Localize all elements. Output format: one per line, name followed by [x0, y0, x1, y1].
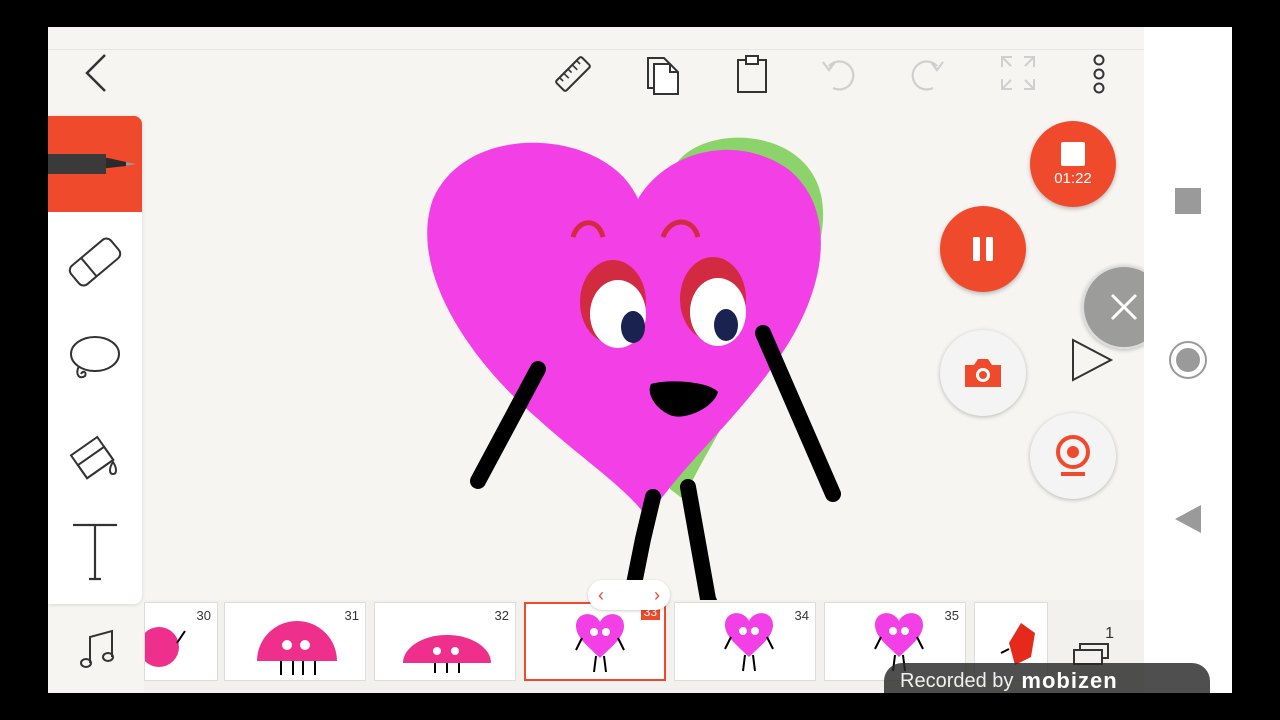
watermark-text: Recorded by [900, 669, 1014, 692]
pen-icon [48, 154, 136, 174]
screenshot-button[interactable] [940, 330, 1026, 416]
webcam-icon [1056, 435, 1090, 476]
undo-icon [822, 60, 855, 91]
frame-thumbnail[interactable]: 32 [374, 602, 516, 681]
square-icon [1175, 188, 1201, 214]
clipboard-icon [737, 55, 767, 93]
chevron-left-icon [85, 54, 106, 92]
eraser-tool[interactable] [48, 214, 142, 310]
close-icon [1110, 293, 1138, 321]
fullscreen-button[interactable] [996, 51, 1040, 95]
paint-bucket-icon [69, 435, 117, 480]
lasso-icon [70, 336, 120, 379]
frame-number: 34 [794, 608, 809, 623]
pen-tool[interactable] [48, 116, 142, 212]
copy-icon [647, 57, 679, 95]
paste-button[interactable] [730, 51, 774, 97]
frame-thumbnail[interactable]: 31 [224, 602, 366, 681]
camera-icon [965, 359, 1001, 387]
watermark-logo: mobizen [1021, 668, 1118, 693]
frame-thumbnail[interactable]: 34 [674, 602, 816, 681]
recording-timer: 01:22 [1054, 169, 1092, 187]
redo-button[interactable] [904, 51, 950, 97]
fill-tool[interactable] [48, 406, 142, 502]
layers-count: 1 [1105, 625, 1114, 642]
heart-character-drawing [427, 137, 841, 619]
back-nav-button[interactable] [1172, 503, 1204, 535]
recents-button[interactable] [1174, 187, 1202, 215]
music-button[interactable] [74, 625, 122, 673]
frame-number: 30 [196, 608, 211, 623]
home-button[interactable] [1168, 340, 1208, 380]
fullscreen-icon [1001, 56, 1035, 90]
chevron-right-icon[interactable]: › [654, 585, 660, 606]
pause-recording-button[interactable] [940, 206, 1026, 292]
stop-recording-button[interactable]: 01:22 [1030, 121, 1116, 207]
text-tool[interactable] [48, 504, 142, 600]
system-nav-bar [1144, 27, 1232, 693]
home-circle-icon [1169, 341, 1207, 379]
triangle-back-icon [1175, 505, 1201, 533]
frame-number: 35 [944, 608, 959, 623]
more-options-button[interactable] [1082, 51, 1116, 97]
frame-thumbnail[interactable]: 30 [144, 602, 218, 681]
pause-icon [973, 237, 993, 261]
chevron-left-icon[interactable]: ‹ [598, 585, 604, 606]
stop-icon [1061, 141, 1085, 166]
app-screen: 30 31 32 33 34 35 ‹ › 1 01:22 Recorded b… [48, 27, 1232, 693]
copy-button[interactable] [640, 51, 684, 97]
recorder-watermark: Recorded by mobizen [884, 663, 1210, 693]
frame-number: 32 [494, 608, 509, 623]
tool-panel [48, 116, 142, 604]
lasso-tool[interactable] [48, 310, 142, 406]
text-icon [73, 523, 117, 581]
timeline-scroll-control[interactable]: ‹ › [588, 580, 670, 610]
redo-icon [911, 60, 944, 91]
top-divider [48, 49, 1144, 50]
ruler-icon [555, 56, 591, 92]
ruler-button[interactable] [550, 51, 596, 97]
eraser-icon [68, 237, 122, 287]
undo-button[interactable] [816, 51, 862, 97]
more-vertical-icon [1093, 54, 1105, 94]
music-note-icon [80, 629, 114, 668]
back-button[interactable] [74, 51, 118, 95]
frame-number: 31 [344, 608, 359, 623]
facecam-button[interactable] [1030, 413, 1116, 499]
frame-thumbnail-current[interactable]: 33 [524, 602, 666, 681]
